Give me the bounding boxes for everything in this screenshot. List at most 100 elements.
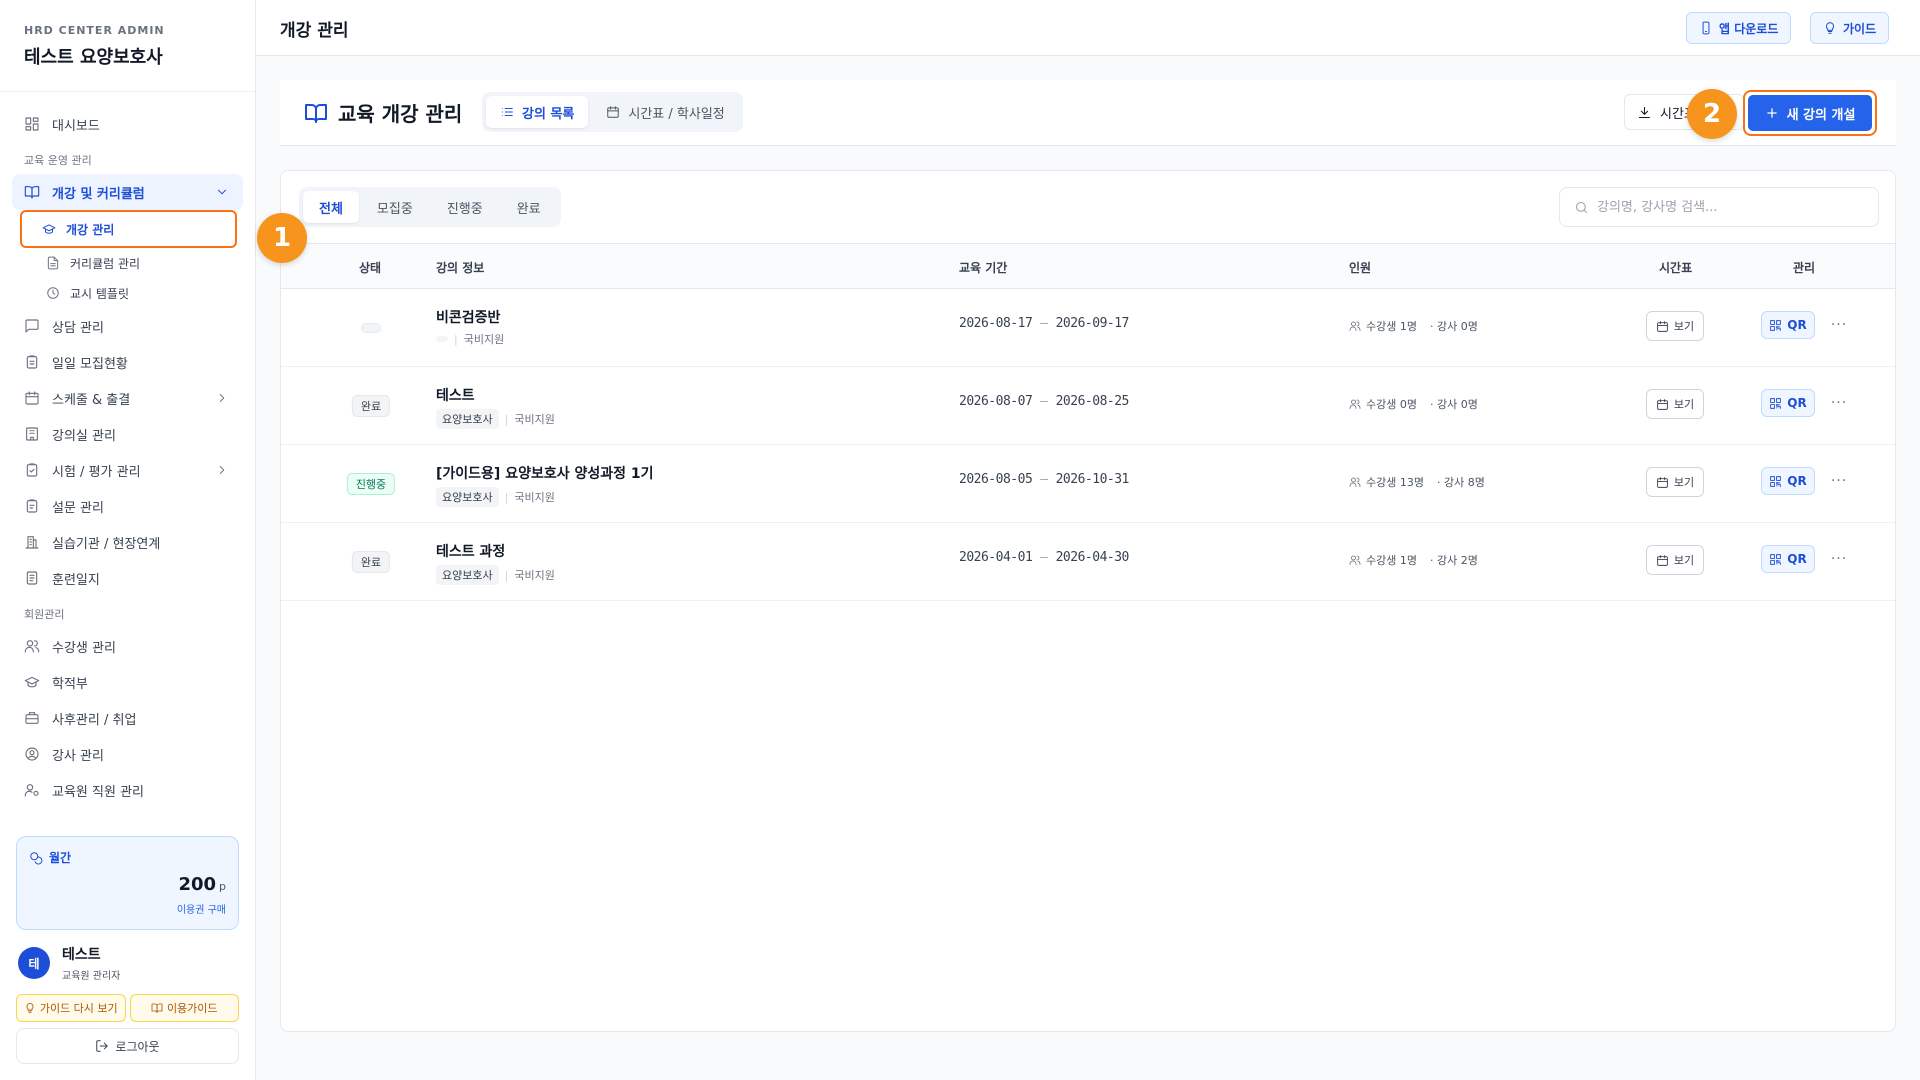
more-options-icon[interactable]: ··· xyxy=(1827,391,1851,415)
sidebar-item-label: 스케줄 & 출결 xyxy=(52,392,131,408)
sidebar-item-training-log[interactable]: 훈련일지 xyxy=(12,560,243,596)
table-row[interactable]: 완료 테스트 요양보호사 | 국비지원 2026-08-07 – 2026-08… xyxy=(281,367,1895,445)
view-label: 보기 xyxy=(1673,476,1695,489)
replay-guide-button[interactable]: 가이드 다시 보기 xyxy=(16,994,126,1022)
course-title[interactable]: [가이드용] 요양보호사 양성과정 1기 xyxy=(436,463,653,483)
new-course-button[interactable]: 새 강의 개설 xyxy=(1748,95,1872,131)
search-input[interactable] xyxy=(1597,199,1857,215)
calendar-icon xyxy=(25,391,39,405)
sidebar-item-academic-records[interactable]: 학적부 xyxy=(12,664,243,700)
people-count: 수강생 0명 · 강사 0명 xyxy=(1349,396,1478,412)
users-icon xyxy=(1349,555,1361,565)
sidebar-item-survey[interactable]: 설문 관리 xyxy=(12,488,243,524)
more-options-icon[interactable]: ··· xyxy=(1827,469,1851,493)
status-badge: 진행중 xyxy=(346,473,396,495)
usage-guide-button[interactable]: 이용가이드 xyxy=(129,994,239,1022)
filter-recruiting[interactable]: 모집중 xyxy=(361,191,429,223)
book-open-icon xyxy=(305,103,327,123)
message-square-icon xyxy=(25,319,39,333)
meta-separator: | xyxy=(504,412,509,426)
sidebar-item-dashboard[interactable]: 대시보드 xyxy=(12,106,243,142)
view-timetable-button[interactable]: 보기 xyxy=(1646,467,1704,497)
sidebar-item-exam[interactable]: 시험 / 평가 관리 xyxy=(12,452,243,488)
view-timetable-button[interactable]: 보기 xyxy=(1646,389,1704,419)
logout-button[interactable]: 로그아웃 xyxy=(16,1028,239,1064)
app-download-label: 앱 다운로드 xyxy=(1719,21,1779,36)
filter-all[interactable]: 전체 xyxy=(303,191,359,223)
qr-label: QR xyxy=(1787,474,1807,488)
user-cog-icon xyxy=(24,784,39,797)
app-download-button[interactable]: 앱 다운로드 xyxy=(1686,12,1792,44)
more-options-icon[interactable]: ··· xyxy=(1827,547,1851,571)
sidebar-item-consultation[interactable]: 상담 관리 xyxy=(12,308,243,344)
qr-label: QR xyxy=(1787,318,1807,332)
sidebar-item-practice-institution[interactable]: 실습기관 / 현장연계 xyxy=(12,524,243,560)
sidebar-item-label: 일일 모집현황 xyxy=(52,356,128,372)
end-date: 2026-04-30 xyxy=(1055,550,1130,565)
more-options-icon[interactable]: ··· xyxy=(1827,313,1851,337)
start-date: 2026-08-07 xyxy=(959,394,1033,409)
course-title[interactable]: 테스트 xyxy=(436,385,475,405)
filter-completed[interactable]: 완료 xyxy=(501,191,557,223)
plan-unit: p xyxy=(219,880,226,893)
guide-button[interactable]: 가이드 xyxy=(1810,12,1890,44)
people-count: 수강생 1명 · 강사 2명 xyxy=(1349,552,1478,568)
page-header: 교육 개강 관리 강의 목록 시간표 / 학사일정 시간표 새 강의 개설 xyxy=(280,80,1896,146)
view-label: 보기 xyxy=(1673,320,1695,333)
sidebar-item-instructors[interactable]: 강사 관리 xyxy=(12,736,243,772)
clipboard-icon xyxy=(26,355,38,369)
view-label: 보기 xyxy=(1673,398,1695,411)
view-tabs: 강의 목록 시간표 / 학사일정 xyxy=(482,92,743,132)
sidebar-subitem-course-management[interactable]: 개강 관리 xyxy=(20,210,237,248)
table-row[interactable]: 진행중 [가이드용] 요양보호사 양성과정 1기 요양보호사 | 국비지원 20… xyxy=(281,445,1895,523)
course-period: 2026-04-01 – 2026-04-30 xyxy=(959,550,1129,565)
sidebar-item-classroom[interactable]: 강의실 관리 xyxy=(12,416,243,452)
filter-ongoing[interactable]: 진행중 xyxy=(431,191,499,223)
qr-button[interactable]: QR xyxy=(1761,545,1815,573)
qr-button[interactable]: QR xyxy=(1761,311,1815,339)
qr-button[interactable]: QR xyxy=(1761,389,1815,417)
column-status: 상태 xyxy=(359,261,382,275)
sidebar-item-curriculum-group[interactable]: 개강 및 커리큘럼 xyxy=(12,174,243,210)
view-timetable-button[interactable]: 보기 xyxy=(1646,545,1704,575)
sidebar-item-label: 개강 및 커리큘럼 xyxy=(52,186,145,202)
qr-button[interactable]: QR xyxy=(1761,467,1815,495)
sidebar-item-students[interactable]: 수강생 관리 xyxy=(12,628,243,664)
course-title[interactable]: 테스트 과정 xyxy=(436,541,505,561)
qr-code-icon xyxy=(1770,397,1782,409)
usage-guide-label: 이용가이드 xyxy=(166,1002,218,1015)
buy-pass-link[interactable]: 이용권 구매 xyxy=(29,901,226,916)
student-count: 수강생 13명 xyxy=(1366,476,1424,489)
column-course-info: 강의 정보 xyxy=(436,261,485,275)
start-date: 2026-08-17 xyxy=(959,316,1033,331)
sidebar-item-aftercare-employment[interactable]: 사후관리 / 취업 xyxy=(12,700,243,736)
period-separator: – xyxy=(1040,316,1048,331)
user-circle-icon xyxy=(25,747,39,761)
notebook-icon xyxy=(26,571,38,585)
end-date: 2026-10-31 xyxy=(1055,472,1130,487)
table-row[interactable]: 비콘검증반 | 국비지원 2026-08-17 – 2026-09-17 수강생… xyxy=(281,289,1895,367)
download-icon xyxy=(1638,106,1651,118)
course-period: 2026-08-17 – 2026-09-17 xyxy=(959,316,1129,331)
plan-card: 월간 200 p 이용권 구매 xyxy=(16,836,239,930)
tab-course-list[interactable]: 강의 목록 xyxy=(486,96,589,128)
view-timetable-button[interactable]: 보기 xyxy=(1646,311,1704,341)
table-row[interactable]: 완료 테스트 과정 요양보호사 | 국비지원 2026-04-01 – 2026… xyxy=(281,523,1895,601)
guide-actions: 가이드 다시 보기 이용가이드 xyxy=(16,994,239,1022)
sidebar-item-staff[interactable]: 교육원 직원 관리 xyxy=(12,772,243,808)
funding-type: 국비지원 xyxy=(463,333,505,346)
building-icon xyxy=(26,427,38,441)
category-tag: 요양보호사 xyxy=(436,565,499,585)
sidebar-subitem-curriculum[interactable]: 커리큘럼 관리 xyxy=(22,248,243,278)
sidebar-subitem-period-template[interactable]: 교시 템플릿 xyxy=(22,278,243,308)
graduation-cap-icon xyxy=(24,676,40,688)
end-date: 2026-09-17 xyxy=(1055,316,1130,331)
plan-label: 월간 xyxy=(49,851,72,865)
qr-code-icon xyxy=(1770,553,1782,565)
user-profile: 테 테스트 교육원 관리자 xyxy=(18,944,120,982)
period-separator: – xyxy=(1040,472,1048,487)
tab-timetable[interactable]: 시간표 / 학사일정 xyxy=(592,96,738,128)
sidebar-item-schedule-attendance[interactable]: 스케줄 & 출결 xyxy=(12,380,243,416)
course-title[interactable]: 비콘검증반 xyxy=(436,307,500,327)
sidebar-item-daily-recruitment[interactable]: 일일 모집현황 xyxy=(12,344,243,380)
